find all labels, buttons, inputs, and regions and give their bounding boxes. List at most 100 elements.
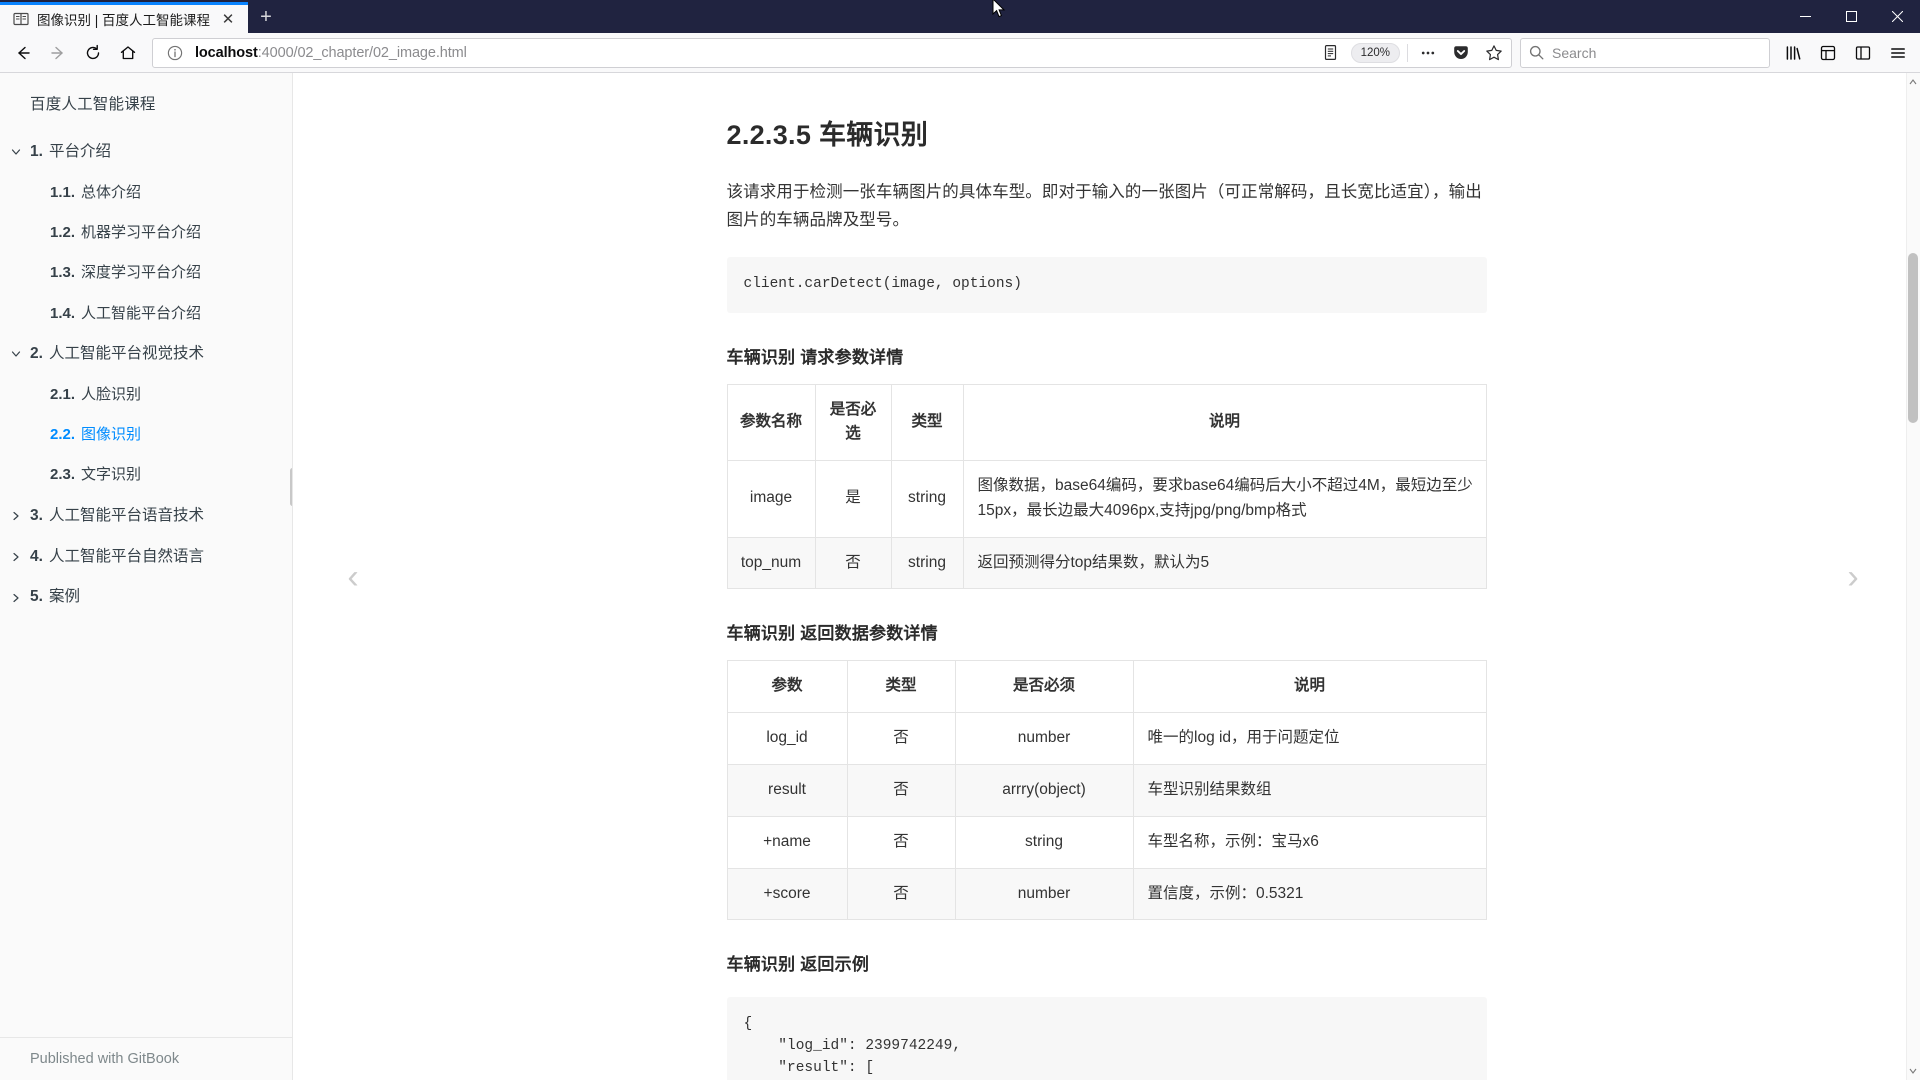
chevron-right-icon[interactable] <box>9 591 23 605</box>
ellipsis-icon[interactable] <box>1415 40 1441 66</box>
reload-button[interactable] <box>76 37 109 69</box>
sidebar-num: 3. <box>30 506 43 524</box>
reader-view-icon[interactable] <box>1318 40 1344 66</box>
gitbook-sidebar: 百度人工智能课程 1. 平台介绍 1.1. 总体介绍 1.2. 机器学习平台介绍 1.… <box>0 73 293 1080</box>
sidebar-item-2[interactable]: 2. 人工智能平台视觉技术 <box>0 334 292 375</box>
cell-param: +score <box>726 867 848 921</box>
browser-navigation-bar: localhost:4000/02_chapter/02_image.html … <box>0 33 1920 73</box>
sidebar-item-2-3[interactable]: 2.3. 文字识别 <box>0 455 292 495</box>
sidebar-item-1[interactable]: 1. 平台介绍 <box>0 132 292 173</box>
sidebar-link-1-3[interactable]: 1.3. 深度学习平台介绍 <box>0 253 292 293</box>
sidebar-link-2-2[interactable]: 2.2. 图像识别 <box>0 415 292 455</box>
table-row: result 否 arrry(object) 车型识别结果数组 <box>726 764 1487 817</box>
sidebar-label: 深度学习平台介绍 <box>81 264 202 282</box>
sidebar-footer[interactable]: Published with GitBook <box>0 1037 292 1080</box>
sidebar-item-5[interactable]: 5. 案例 <box>0 577 292 618</box>
chevron-right-icon[interactable] <box>9 509 23 523</box>
sidebar-link-4[interactable]: 4. 人工智能平台自然语言 <box>0 537 292 578</box>
home-button[interactable] <box>111 37 144 69</box>
scrollbar-thumb[interactable] <box>1908 253 1918 423</box>
prev-page-button[interactable]: ‹ <box>338 557 368 597</box>
sidebar-link-1[interactable]: 1. 平台介绍 <box>0 132 292 173</box>
table-row: image 是 string 图像数据，base64编码，要求base64编码后… <box>726 460 1487 538</box>
table-row: +score 否 number 置信度，示例：0.5321 <box>726 867 1487 921</box>
minimize-button[interactable] <box>1782 0 1828 33</box>
search-input[interactable]: Search <box>1552 45 1596 61</box>
sidebar-label: 人工智能平台自然语言 <box>48 547 204 565</box>
back-button[interactable] <box>6 37 39 69</box>
example-title: 车辆识别 返回示例 <box>726 955 870 975</box>
scroll-down-icon[interactable] <box>1908 1065 1918 1077</box>
sidebar-link-5[interactable]: 5. 案例 <box>0 577 292 618</box>
sidebar-label: 案例 <box>48 588 80 606</box>
table-row: +name 否 string 车型名称，示例：宝马x6 <box>726 815 1487 869</box>
tab-close-icon[interactable]: ✕ <box>218 9 238 29</box>
maximize-button[interactable] <box>1828 0 1874 33</box>
sidebar-link-1-1[interactable]: 1.1. 总体介绍 <box>0 173 292 213</box>
search-bar[interactable]: Search <box>1520 37 1770 68</box>
address-bar[interactable]: localhost:4000/02_chapter/02_image.html … <box>152 37 1512 68</box>
next-page-button[interactable]: › <box>1838 557 1868 597</box>
th-type: 类型 <box>846 660 956 714</box>
library-icon[interactable] <box>1776 37 1809 69</box>
sidebar-label: 平台介绍 <box>48 143 111 160</box>
mouse-cursor <box>992 0 1006 19</box>
chevron-down-icon[interactable] <box>9 145 23 159</box>
sidebar-item-1-3[interactable]: 1.3. 深度学习平台介绍 <box>0 253 292 293</box>
th-type: 类型 <box>890 383 964 462</box>
intro-paragraph: 该请求用于检测一张车辆图片的具体车型。即对于输入的一张图片（可正常解码，且长宽比… <box>726 183 1482 230</box>
forward-button[interactable] <box>41 37 74 69</box>
cell-type: 否 <box>846 764 956 817</box>
sidebar-item-1-2[interactable]: 1.2. 机器学习平台介绍 <box>0 213 292 253</box>
example-code-block: { "log_id": 2399742249, "result": [ <box>726 997 1487 1080</box>
sidebar-num: 4. <box>30 547 43 565</box>
toolbar-divider <box>1407 43 1408 62</box>
sidebar-num: 2.3. <box>50 466 76 484</box>
new-tab-button[interactable]: + <box>248 2 284 33</box>
sidebar-link-2-3[interactable]: 2.3. 文字识别 <box>0 455 292 495</box>
th-desc: 说明 <box>962 383 1487 462</box>
star-icon[interactable] <box>1481 40 1507 66</box>
table-header-row: 参数名称 是否必选 类型 说明 <box>726 383 1487 462</box>
sidebar-link-2[interactable]: 2. 人工智能平台视觉技术 <box>0 334 292 375</box>
sidebar-item-1-4[interactable]: 1.4. 人工智能平台介绍 <box>0 294 292 334</box>
sidebar-link-2-1[interactable]: 2.1. 人脸识别 <box>0 375 292 415</box>
th-param: 参数 <box>726 660 848 714</box>
cell-desc: 车型名称，示例：宝马x6 <box>1132 815 1487 869</box>
sidebar-link-1-4[interactable]: 1.4. 人工智能平台介绍 <box>0 294 292 334</box>
zoom-level-indicator[interactable]: 120% <box>1350 42 1400 63</box>
sidebar-link-3[interactable]: 3. 人工智能平台语音技术 <box>0 496 292 537</box>
container-tabs-icon[interactable] <box>1811 37 1844 69</box>
sidebar-item-1-1[interactable]: 1.1. 总体介绍 <box>0 173 292 213</box>
page-viewport: 百度人工智能课程 1. 平台介绍 1.1. 总体介绍 1.2. 机器学习平台介绍 1.… <box>0 73 1920 1080</box>
close-window-button[interactable] <box>1874 0 1920 33</box>
page-scrollbar[interactable] <box>1906 73 1920 1080</box>
url-host: localhost <box>195 44 258 61</box>
cell-desc: 返回预测得分top结果数，默认为5 <box>962 536 1487 590</box>
table-body: image 是 string 图像数据，base64编码，要求base64编码后… <box>726 460 1487 590</box>
browser-toolbar-right <box>1772 37 1914 69</box>
chevron-right-icon[interactable] <box>9 550 23 564</box>
tab-title: 图像识别 | 百度人工智能课程 <box>37 13 211 28</box>
cell-type: 否 <box>846 712 956 766</box>
sidebar-item-3[interactable]: 3. 人工智能平台语音技术 <box>0 496 292 537</box>
hamburger-menu-icon[interactable] <box>1881 37 1914 69</box>
info-icon[interactable] <box>162 40 188 66</box>
table-body: log_id 否 number 唯一的log id，用于问题定位 result … <box>726 712 1487 921</box>
chevron-down-icon[interactable] <box>9 347 23 361</box>
sidebar-link-1-2[interactable]: 1.2. 机器学习平台介绍 <box>0 213 292 253</box>
content-area: 2.2.3.5 车辆识别 该请求用于检测一张车辆图片的具体车型。即对于输入的一张… <box>293 73 1920 1080</box>
browser-tab[interactable]: 图像识别 | 百度人工智能课程 ✕ <box>0 2 249 33</box>
cell-required: number <box>954 712 1134 766</box>
pocket-icon[interactable] <box>1448 40 1474 66</box>
cell-param: result <box>726 764 848 817</box>
scroll-up-icon[interactable] <box>1908 76 1918 88</box>
sidebar-item-2-1[interactable]: 2.1. 人脸识别 <box>0 375 292 415</box>
response-params-title: 车辆识别 返回数据参数详情 <box>726 624 938 644</box>
cell-type: 否 <box>846 867 956 921</box>
sidebar-item-4[interactable]: 4. 人工智能平台自然语言 <box>0 537 292 578</box>
sidebar-item-2-2[interactable]: 2.2. 图像识别 <box>0 415 292 455</box>
url-text: localhost:4000/02_chapter/02_image.html <box>195 45 1311 61</box>
cell-required: 否 <box>814 536 892 590</box>
sidebar-toggle-icon[interactable] <box>1846 37 1879 69</box>
